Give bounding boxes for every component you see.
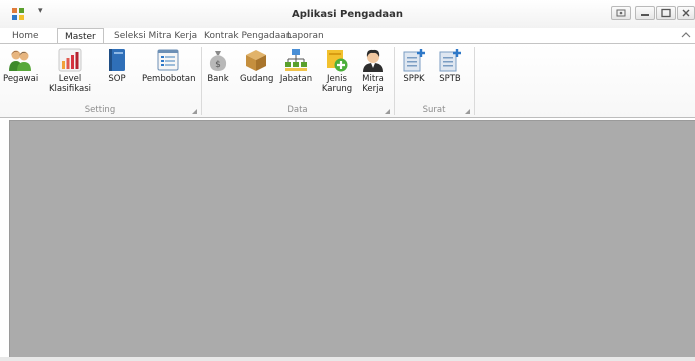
sptb-button[interactable]: SPTB bbox=[436, 48, 464, 84]
box-icon bbox=[244, 48, 268, 72]
group-label-setting: Setting bbox=[84, 105, 116, 115]
mdi-workspace[interactable] bbox=[9, 120, 695, 358]
ribbon-group-data: $ Bank Gudang Jabatan Jenis Karung Mitra… bbox=[202, 44, 393, 118]
ribbon-tab-bar: Home Master Seleksi Mitra Kerja Kontrak … bbox=[0, 28, 695, 44]
skin-icon bbox=[616, 9, 626, 17]
title-bar: ▾ Aplikasi Pengadaan bbox=[0, 0, 695, 28]
maximize-icon bbox=[661, 8, 671, 18]
jenis-karung-button[interactable]: Jenis Karung bbox=[320, 48, 354, 94]
pegawai-button[interactable]: Pegawai bbox=[3, 48, 39, 84]
pembobotan-label: Pembobotan bbox=[142, 74, 196, 84]
minimize-button[interactable] bbox=[635, 6, 655, 20]
ribbon-panel: Pegawai Level Klasifikasi SOP Pembobotan… bbox=[0, 43, 695, 118]
sop-button[interactable]: SOP bbox=[105, 48, 129, 84]
tab-laporan[interactable]: Laporan bbox=[287, 31, 324, 41]
pegawai-label: Pegawai bbox=[3, 74, 39, 84]
sptb-label: SPTB bbox=[439, 74, 461, 84]
sppk-button[interactable]: SPPK bbox=[400, 48, 428, 84]
gudang-button[interactable]: Gudang bbox=[240, 48, 274, 84]
bank-button[interactable]: $ Bank bbox=[206, 48, 230, 84]
user-icon bbox=[361, 48, 385, 72]
close-button[interactable] bbox=[677, 6, 695, 20]
group-separator bbox=[474, 47, 475, 115]
add-item-icon bbox=[325, 48, 349, 72]
svg-text:$: $ bbox=[215, 60, 221, 70]
tab-home[interactable]: Home bbox=[12, 31, 39, 41]
book-icon bbox=[105, 48, 129, 72]
maximize-button[interactable] bbox=[656, 6, 676, 20]
jabatan-button[interactable]: Jabatan bbox=[279, 48, 313, 84]
org-chart-icon bbox=[284, 48, 308, 72]
bank-label: Bank bbox=[207, 74, 229, 84]
new-document-icon bbox=[402, 48, 426, 72]
group-label-data: Data bbox=[287, 105, 308, 115]
tab-seleksi-mitra-kerja[interactable]: Seleksi Mitra Kerja bbox=[114, 31, 197, 41]
close-icon bbox=[682, 9, 690, 17]
status-strip bbox=[0, 357, 695, 361]
sppk-label: SPPK bbox=[403, 74, 425, 84]
dialog-launcher-icon[interactable] bbox=[192, 109, 197, 114]
bar-chart-icon bbox=[58, 48, 82, 72]
sop-label: SOP bbox=[108, 74, 126, 84]
level-klasifikasi-button[interactable]: Level Klasifikasi bbox=[48, 48, 92, 94]
mitra-kerja-button[interactable]: Mitra Kerja bbox=[358, 48, 388, 94]
people-icon bbox=[8, 48, 32, 72]
dialog-launcher-icon[interactable] bbox=[385, 109, 390, 114]
gudang-label: Gudang bbox=[240, 74, 274, 84]
dialog-launcher-icon[interactable] bbox=[465, 109, 470, 114]
collapse-ribbon-icon[interactable] bbox=[681, 31, 691, 39]
jabatan-label: Jabatan bbox=[279, 74, 313, 84]
group-label-surat: Surat bbox=[422, 105, 446, 115]
window-title: Aplikasi Pengadaan bbox=[292, 9, 403, 20]
minimize-icon bbox=[641, 14, 649, 16]
new-document-icon bbox=[438, 48, 462, 72]
skin-button[interactable] bbox=[611, 6, 631, 20]
ribbon-group-setting: Pegawai Level Klasifikasi SOP Pembobotan… bbox=[0, 44, 200, 118]
money-bag-icon: $ bbox=[206, 48, 230, 72]
tab-kontrak-pengadaan[interactable]: Kontrak Pengadaan bbox=[204, 31, 292, 41]
ribbon-group-surat: SPPK SPTB Surat bbox=[395, 44, 473, 118]
level-klasifikasi-label: Level Klasifikasi bbox=[48, 74, 92, 94]
list-window-icon bbox=[156, 48, 180, 72]
tab-master[interactable]: Master bbox=[57, 28, 104, 44]
pembobotan-button[interactable]: Pembobotan bbox=[142, 48, 196, 84]
jenis-karung-label: Jenis Karung bbox=[321, 74, 353, 94]
mitra-kerja-label: Mitra Kerja bbox=[362, 74, 384, 94]
